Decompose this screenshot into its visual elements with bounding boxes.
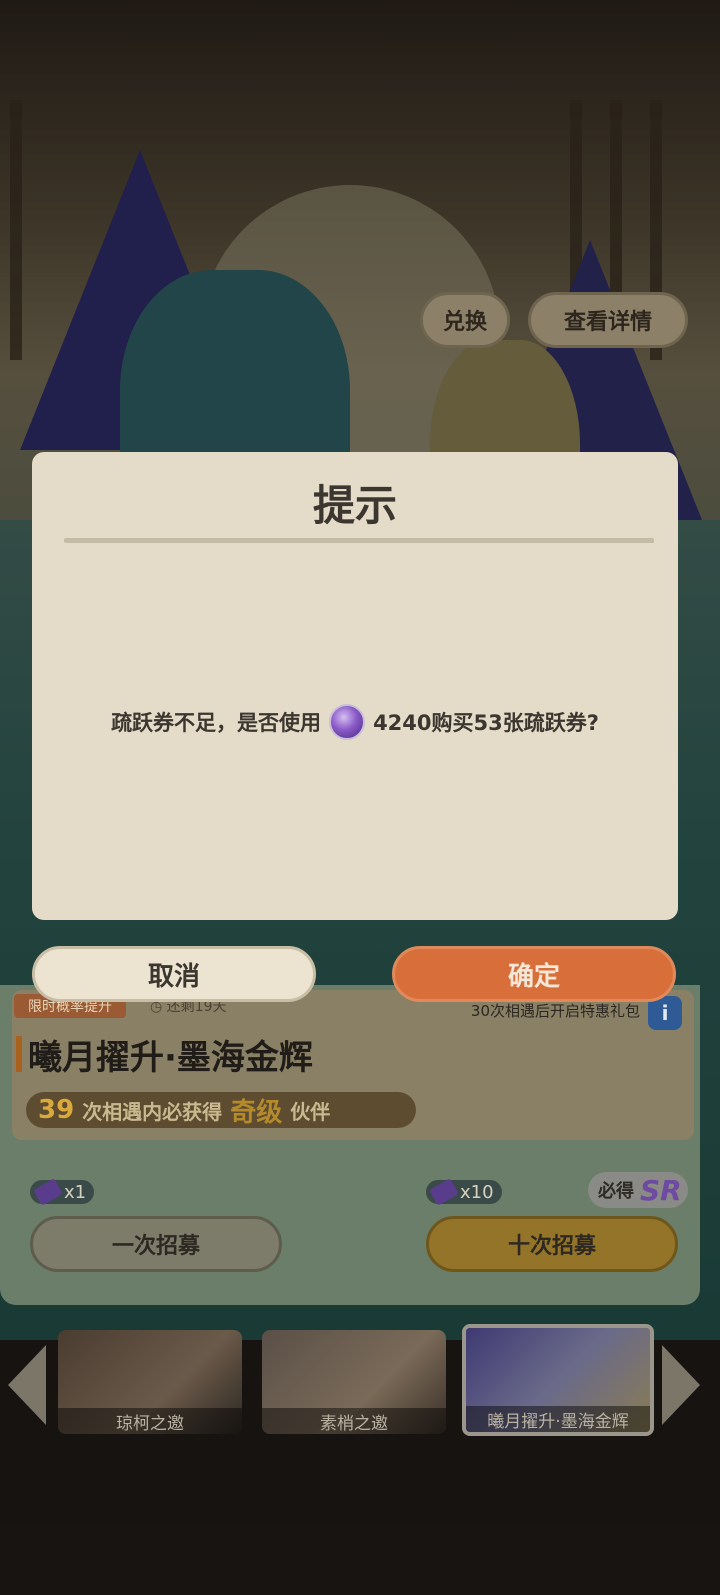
banner-thumb[interactable]: 琼柯之邀 bbox=[58, 1330, 242, 1434]
ticket-icon bbox=[429, 1178, 459, 1206]
purple-gem-icon bbox=[329, 704, 366, 740]
recruit-once-button[interactable]: 一次招募 bbox=[30, 1216, 282, 1272]
guarantee-rank: 奇级 bbox=[230, 1097, 283, 1128]
carousel-next-arrow[interactable] bbox=[662, 1345, 700, 1425]
dialog-title: 提示 bbox=[312, 481, 397, 530]
confirm-button[interactable]: 确定 bbox=[392, 946, 676, 1002]
banner-thumb[interactable]: 素梢之邀 bbox=[262, 1330, 446, 1434]
guaranteed-sr-badge: 必得 SR bbox=[588, 1172, 688, 1208]
dialog-message: 疏跃券不足，是否使用 4240购买53张疏跃券? bbox=[32, 704, 678, 740]
sr-rank: SR bbox=[640, 1173, 682, 1207]
carousel-prev-arrow[interactable] bbox=[8, 1345, 46, 1425]
thumb-label: 素梢之邀 bbox=[262, 1408, 446, 1434]
guarantee-text-end: 伙伴 bbox=[290, 1099, 331, 1124]
single-cost: x1 bbox=[30, 1178, 95, 1206]
ticket-icon bbox=[33, 1178, 63, 1206]
guarantee-pill: 39 次相遇内必获得 奇级 伙伴 bbox=[26, 1092, 416, 1128]
gift-pack-note: 30次相遇后开启特惠礼包 bbox=[470, 1002, 640, 1020]
message-text-after: 4240购买53张疏跃券? bbox=[373, 711, 599, 735]
dialog-divider bbox=[64, 538, 654, 543]
recruit-ten-button[interactable]: 十次招募 bbox=[426, 1216, 678, 1272]
thumb-label: 曦月擢升·墨海金辉 bbox=[466, 1406, 650, 1432]
single-cost-value: x1 bbox=[64, 1181, 87, 1203]
ten-cost-value: x10 bbox=[460, 1181, 494, 1203]
guaranteed-label: 必得 bbox=[598, 1181, 634, 1202]
banner-thumb-active[interactable]: 曦月擢升·墨海金辉 bbox=[462, 1324, 654, 1436]
prompt-dialog: 提示 疏跃券不足，是否使用 4240购买53张疏跃券? bbox=[32, 452, 678, 920]
guarantee-text: 次相遇内必获得 bbox=[82, 1099, 223, 1124]
cancel-button[interactable]: 取消 bbox=[32, 946, 316, 1002]
thumb-label: 琼柯之邀 bbox=[58, 1408, 242, 1434]
ten-cost: x10 bbox=[426, 1178, 502, 1206]
view-details-button[interactable]: 查看详情 bbox=[528, 292, 688, 348]
banner-title: 曦月擢升·墨海金辉 bbox=[28, 1038, 313, 1078]
title-accent-bar bbox=[16, 1036, 22, 1072]
exchange-button[interactable]: 兑换 bbox=[420, 292, 510, 348]
guarantee-count: 39 bbox=[38, 1095, 75, 1125]
message-text-before: 疏跃券不足，是否使用 bbox=[111, 711, 322, 735]
